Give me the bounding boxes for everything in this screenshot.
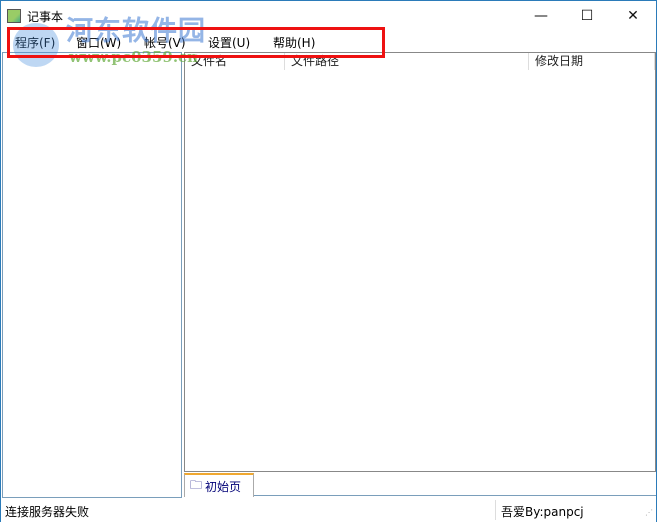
status-divider (495, 500, 496, 520)
highlight-box (7, 27, 385, 58)
tab-strip (184, 472, 656, 496)
status-bar: 连接服务器失败 吾爱By:panpcj ⋰ (1, 498, 656, 522)
tree-panel[interactable] (2, 52, 182, 498)
column-header-modified[interactable]: 修改日期 (529, 53, 655, 70)
close-button[interactable]: ✕ (610, 1, 656, 31)
status-message: 连接服务器失败 (5, 505, 90, 519)
tab-home[interactable]: 🗀 初始页 (184, 473, 254, 497)
app-icon (7, 9, 21, 23)
tab-label: 初始页 (205, 479, 242, 494)
file-list[interactable] (184, 52, 656, 472)
maximize-button[interactable]: ☐ (564, 1, 610, 31)
resize-grip-icon[interactable]: ⋰ (645, 508, 653, 517)
status-author: 吾爱By:panpcj (501, 505, 584, 519)
folder-icon: 🗀 (190, 477, 203, 492)
minimize-button[interactable]: — (518, 1, 564, 31)
